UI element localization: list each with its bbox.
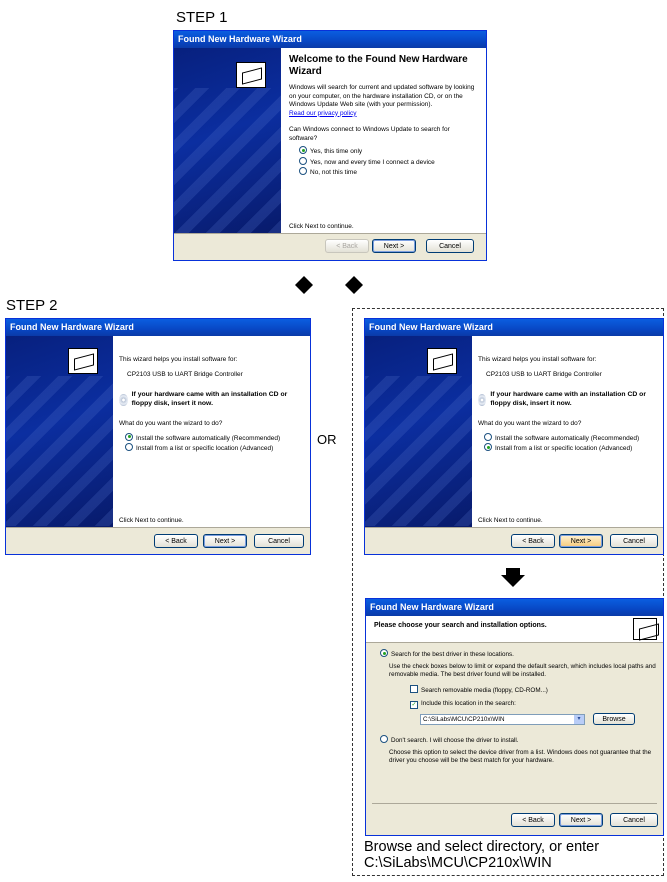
back-button[interactable]: < Back bbox=[325, 239, 369, 253]
next-button[interactable]: Next > bbox=[203, 534, 247, 548]
next-button[interactable]: Next > bbox=[559, 813, 603, 827]
radio-install-auto[interactable]: Install the software automatically (Reco… bbox=[125, 432, 304, 444]
wizard-window-install-right: Found New Hardware Wizard This wizard he… bbox=[364, 318, 664, 555]
radio-yes-always[interactable]: Yes, now and every time I connect a devi… bbox=[299, 156, 478, 168]
wizard-window-install-left: Found New Hardware Wizard This wizard he… bbox=[5, 318, 311, 555]
cd-note: If your hardware came with an installati… bbox=[119, 391, 304, 408]
wizard-side-banner bbox=[6, 336, 113, 529]
helps-text: This wizard helps you install software f… bbox=[119, 356, 238, 363]
next-button[interactable]: Next > bbox=[559, 534, 603, 548]
question-text: What do you want the wizard to do? bbox=[119, 420, 223, 427]
title-bar: Found New Hardware Wizard bbox=[6, 319, 310, 336]
cd-note: If your hardware came with an installati… bbox=[478, 391, 657, 408]
question-text: Can Windows connect to Windows Update to… bbox=[289, 126, 450, 142]
hardware-icon bbox=[68, 348, 98, 374]
intro-text: Windows will search for current and upda… bbox=[289, 84, 475, 108]
wizard-header: Please choose your search and installati… bbox=[366, 616, 663, 643]
cancel-button[interactable]: Cancel bbox=[610, 813, 658, 827]
checkbox-include-location[interactable]: ✓ Include this location in the search: bbox=[410, 700, 657, 709]
caption: Browse and select directory, or enter C:… bbox=[364, 839, 599, 871]
radio-install-auto[interactable]: Install the software automatically (Reco… bbox=[484, 432, 657, 444]
device-name: CP2103 USB to UART Bridge Controller bbox=[486, 370, 602, 378]
wizard-side-banner bbox=[174, 48, 281, 235]
dont-search-description: Choose this option to select the device … bbox=[389, 749, 652, 764]
step1-label: STEP 1 bbox=[176, 9, 228, 26]
click-next-text: Click Next to continue. bbox=[289, 222, 354, 230]
question-text: What do you want the wizard to do? bbox=[478, 420, 582, 427]
click-next-text: Click Next to continue. bbox=[119, 516, 184, 524]
radio-no[interactable]: No, not this time bbox=[299, 167, 478, 178]
radio-dont-search[interactable]: Don't search. I will choose the driver t… bbox=[380, 735, 657, 745]
title-bar: Found New Hardware Wizard bbox=[366, 599, 663, 616]
title-bar: Found New Hardware Wizard bbox=[174, 31, 486, 48]
search-description: Use the check boxes below to limit or ex… bbox=[389, 663, 656, 678]
wizard-side-banner bbox=[365, 336, 472, 529]
privacy-link[interactable]: Read our privacy policy bbox=[289, 110, 478, 119]
click-next-text: Click Next to continue. bbox=[478, 516, 543, 524]
wizard-window-welcome: Found New Hardware Wizard Welcome to the… bbox=[173, 30, 487, 261]
next-button[interactable]: Next > bbox=[372, 239, 416, 253]
location-path-input[interactable]: C:\SiLabs\MCU\CP210x\WIN ▾ bbox=[420, 713, 585, 725]
back-button[interactable]: < Back bbox=[154, 534, 198, 548]
radio-yes-once[interactable]: Yes, this time only bbox=[299, 146, 478, 157]
wizard-window-search-options: Found New Hardware Wizard Please choose … bbox=[365, 598, 664, 836]
helps-text: This wizard helps you install software f… bbox=[478, 356, 597, 363]
browse-button[interactable]: Browse bbox=[593, 713, 635, 725]
back-button[interactable]: < Back bbox=[511, 813, 555, 827]
wizard-heading: Please choose your search and installati… bbox=[374, 622, 547, 629]
cancel-button[interactable]: Cancel bbox=[610, 534, 658, 548]
radio-install-list[interactable]: Install from a list or specific location… bbox=[484, 443, 657, 454]
title-bar: Found New Hardware Wizard bbox=[365, 319, 663, 336]
cancel-button[interactable]: Cancel bbox=[426, 239, 474, 253]
hardware-icon bbox=[236, 62, 266, 88]
radio-search-best[interactable]: Search for the best driver in these loca… bbox=[380, 649, 657, 659]
caption-line1: Browse and select directory, or enter bbox=[364, 839, 600, 855]
caption-line2: C:\SiLabs\MCU\CP210x\WIN bbox=[364, 855, 552, 871]
cancel-button[interactable]: Cancel bbox=[254, 534, 304, 548]
dropdown-chevron-icon[interactable]: ▾ bbox=[574, 714, 584, 724]
hardware-icon bbox=[633, 618, 657, 640]
arrow-down-right-icon bbox=[345, 276, 363, 294]
or-label: OR bbox=[317, 432, 337, 447]
hardware-icon bbox=[427, 348, 457, 374]
device-name: CP2103 USB to UART Bridge Controller bbox=[127, 370, 243, 378]
checkbox-removable-media[interactable]: Search removable media (floppy, CD-ROM..… bbox=[410, 685, 657, 695]
arrow-down-left-icon bbox=[295, 276, 313, 294]
cd-icon bbox=[478, 393, 487, 406]
step2-label: STEP 2 bbox=[6, 297, 58, 314]
back-button[interactable]: < Back bbox=[511, 534, 555, 548]
wizard-heading: Welcome to the Found New Hardware Wizard bbox=[289, 54, 468, 77]
cd-icon bbox=[119, 393, 128, 406]
radio-install-list[interactable]: Install from a list or specific location… bbox=[125, 443, 304, 454]
